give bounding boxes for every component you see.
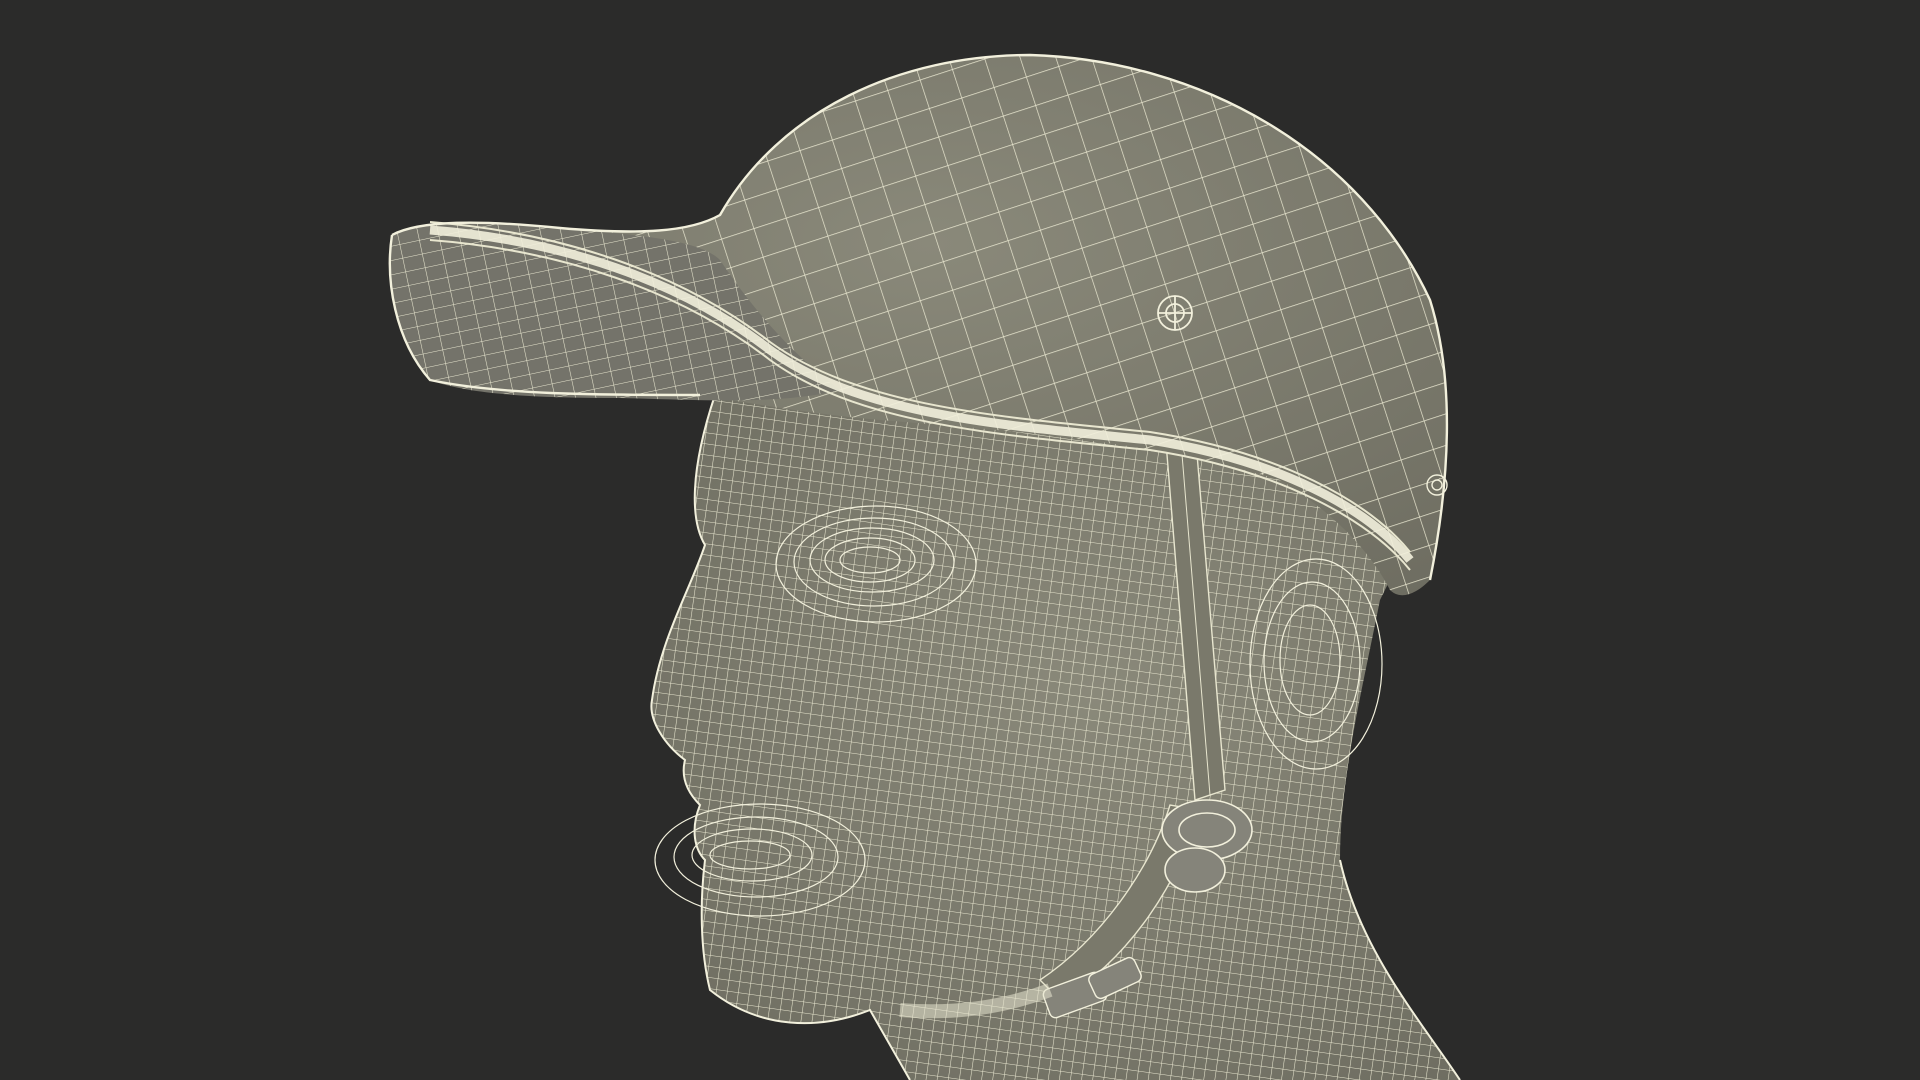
cap-eyelet — [1157, 295, 1193, 331]
wireframe-render — [0, 0, 1920, 1080]
render-viewport — [0, 0, 1920, 1080]
